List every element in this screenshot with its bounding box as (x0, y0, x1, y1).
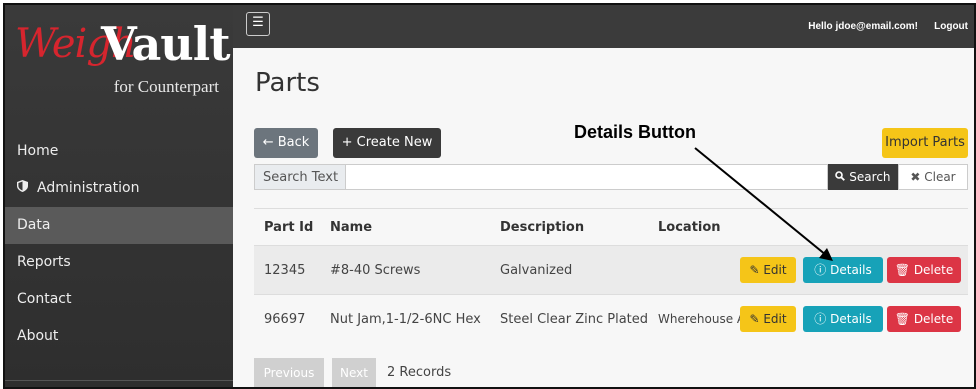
hamburger-icon[interactable]: ☰ (246, 12, 270, 36)
sidebar-item-contact[interactable]: Contact (5, 281, 233, 318)
annotation-arrow (694, 147, 833, 261)
user-greeting: Hello jdoe@email.com! (808, 21, 918, 32)
sidebar-item-label: Administration (37, 180, 140, 196)
sidebar-item-label: About (17, 328, 59, 344)
sidebar-divider (5, 380, 233, 381)
logo: Weigh Vault for Counterpart (13, 17, 230, 109)
sidebar-item-administration[interactable]: Administration (5, 170, 233, 207)
sidebar-item-label: Reports (17, 254, 71, 270)
shield-icon (17, 170, 31, 207)
main-content: Parts ← Back + Create New Import Parts S… (233, 48, 974, 387)
topbar: ☰ Hello jdoe@email.com! Logout (233, 5, 974, 48)
sidebar-item-label: Home (17, 143, 59, 159)
sidebar-item-reports[interactable]: Reports (5, 244, 233, 281)
sidebar: Weigh Vault for Counterpart Home Adminis… (5, 5, 233, 387)
sidebar-item-label: Contact (17, 291, 72, 307)
sidebar-nav: Home Administration Data Reports Contact… (5, 133, 233, 355)
logo-vault: Vault (101, 17, 230, 71)
app-window: Weigh Vault for Counterpart Home Adminis… (3, 3, 976, 389)
sidebar-item-label: Data (17, 217, 51, 233)
logout-link[interactable]: Logout (934, 21, 968, 32)
logo-tagline: for Counterpart (113, 77, 219, 96)
sidebar-item-data[interactable]: Data (5, 207, 233, 244)
sidebar-item-about[interactable]: About (5, 318, 233, 355)
sidebar-item-home[interactable]: Home (5, 133, 233, 170)
